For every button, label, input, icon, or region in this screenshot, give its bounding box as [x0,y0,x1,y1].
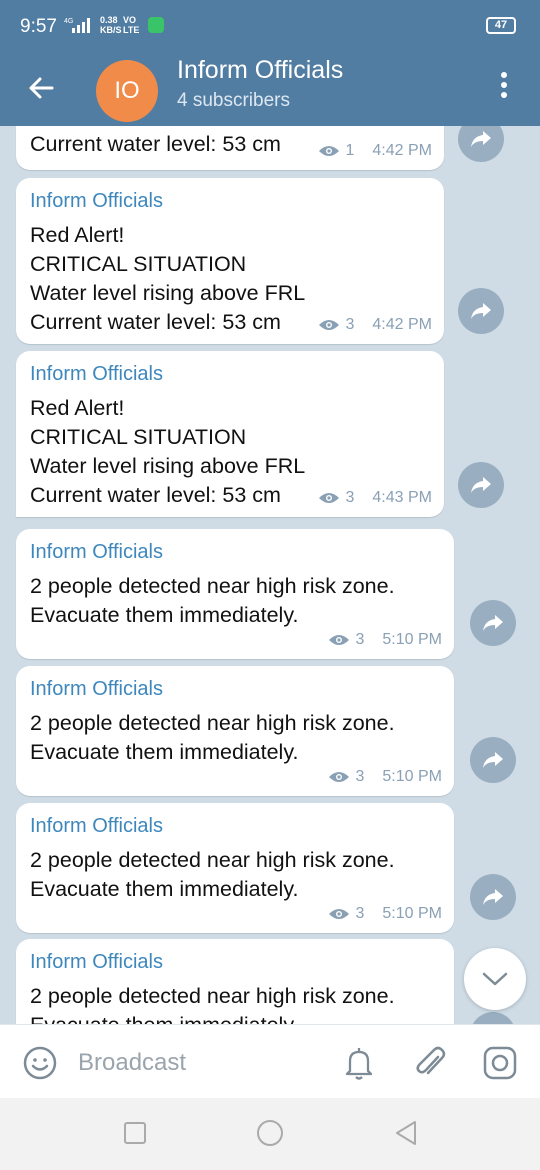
message-time: 4:42 PM [372,142,432,159]
battery-indicator: 47 [486,17,516,34]
share-arrow-icon [471,131,491,147]
view-count: 1 [345,142,355,159]
status-time: 9:57 [20,16,57,37]
broadcast-input[interactable]: Broadcast [78,1049,186,1077]
sender-name[interactable]: Inform Officials [30,678,440,701]
bell-icon[interactable] [342,1045,376,1081]
message-bubble[interactable]: Inform Officials 2 people detected near … [16,939,454,1024]
message-time: 4:42 PM [372,316,432,333]
forward-button[interactable] [458,462,504,508]
volte-indicator: VO LTE [123,15,139,35]
chat-header: IO Inform Officials 4 subscribers [0,56,540,126]
eye-icon [328,772,349,782]
scroll-down-button[interactable] [464,948,526,1010]
sender-name[interactable]: Inform Officials [30,815,440,838]
recents-button[interactable] [124,1122,146,1144]
network-speed: 0.38 KB/S [100,15,122,35]
sender-name[interactable]: Inform Officials [30,951,440,974]
view-count: 3 [355,631,365,648]
sender-name[interactable]: Inform Officials [30,190,430,213]
status-bar: 9:57 4G 0.38 KB/S VO LTE 47 [0,0,540,56]
paperclip-icon[interactable] [412,1043,448,1081]
forward-button[interactable] [458,126,504,162]
signal-icon: 4G [64,18,90,33]
speed-value: 0.38 [100,15,118,25]
eye-icon [328,909,349,919]
message-bubble[interactable]: Inform Officials Red Alert! CRITICAL SIT… [16,351,444,517]
message-text: 2 people detected near high risk zone. E… [30,984,395,1024]
message-bubble[interactable]: Inform Officials 2 people detected near … [16,529,454,659]
forward-button[interactable] [458,288,504,334]
message-time: 5:10 PM [382,905,442,922]
message-time: 4:43 PM [372,489,432,506]
eye-icon [328,635,349,645]
share-arrow-icon [483,889,503,905]
message-meta: 3 4:43 PM [318,489,432,507]
message-bubble[interactable]: Inform Officials 2 people detected near … [16,803,454,933]
network-type-label: 4G [64,18,73,25]
channel-title[interactable]: Inform Officials [177,56,343,85]
forward-button[interactable] [470,874,516,920]
message-text: 2 people detected near high risk zone. E… [30,848,395,901]
share-arrow-icon [471,477,491,493]
share-arrow-icon [483,615,503,631]
more-vertical-icon[interactable] [490,68,518,108]
subscriber-count: 4 subscribers [177,90,290,111]
smiley-icon[interactable] [22,1045,58,1081]
forward-button[interactable] [470,600,516,646]
message-meta: 3 5:10 PM [328,905,442,923]
share-arrow-icon [483,752,503,768]
view-count: 3 [345,489,355,506]
share-arrow-icon [471,303,491,319]
message-meta: 3 4:42 PM [318,316,432,334]
arrow-left-icon[interactable] [22,68,62,108]
view-count: 3 [355,768,365,785]
speed-unit: KB/S [100,25,122,35]
message-meta: 3 5:10 PM [328,631,442,649]
message-time: 5:10 PM [382,768,442,785]
message-bubble[interactable]: Inform Officials Red Alert! CRITICAL SIT… [16,178,444,344]
volte-bottom: LTE [123,25,140,35]
message-bubble[interactable]: Inform Officials 2 people detected near … [16,666,454,796]
instagram-camera-icon[interactable] [482,1045,518,1081]
eye-icon [318,320,339,330]
composer-bar: Broadcast [0,1024,540,1098]
system-nav-bar [0,1098,540,1170]
avatar[interactable]: IO [96,60,158,122]
message-meta: 1 4:42 PM [318,142,432,160]
message-text: 2 people detected near high risk zone. E… [30,711,395,764]
sender-name[interactable]: Inform Officials [30,541,440,564]
view-count: 3 [345,316,355,333]
back-triangle-icon[interactable] [394,1120,418,1146]
message-text: 2 people detected near high risk zone. E… [30,574,395,627]
message-bubble[interactable]: Current water level: 53 cm 1 4:42 PM [16,126,444,170]
message-time: 5:10 PM [382,631,442,648]
volte-top: VO [123,15,137,25]
message-meta: 3 5:10 PM [328,768,442,786]
chevron-down-icon [482,972,508,986]
home-button[interactable] [257,1120,283,1146]
forward-button[interactable] [470,737,516,783]
app-notification-icon [148,17,164,33]
eye-icon [318,493,339,503]
message-list[interactable]: Current water level: 53 cm 1 4:42 PM Inf… [0,126,540,1024]
sender-name[interactable]: Inform Officials [30,363,430,386]
view-count: 3 [355,905,365,922]
forward-button[interactable] [470,1012,516,1024]
eye-icon [318,146,339,156]
